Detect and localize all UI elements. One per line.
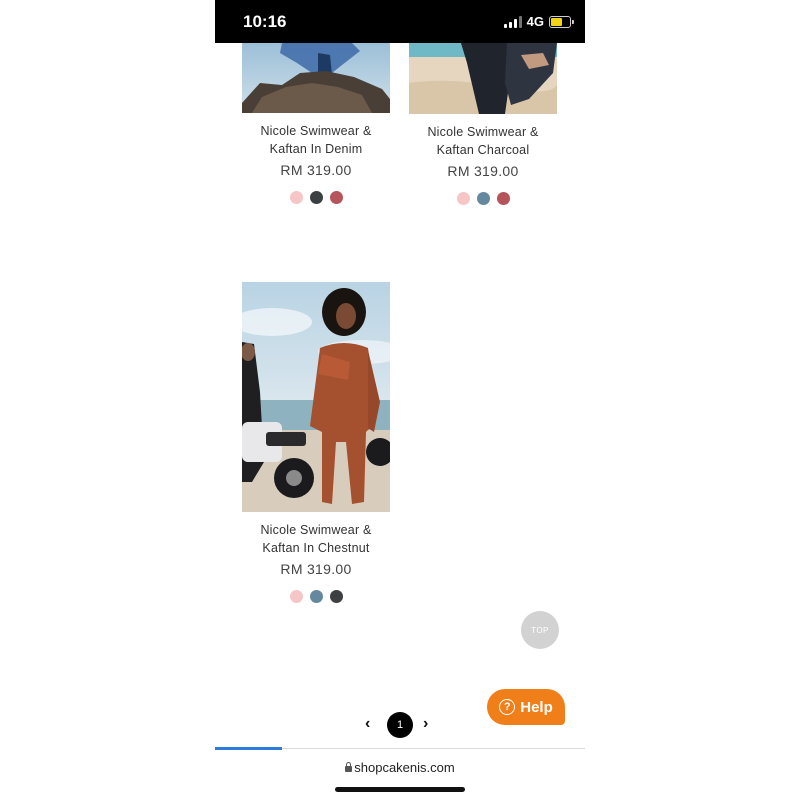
product-price: RM 319.00	[280, 561, 352, 577]
color-swatch[interactable]	[476, 192, 490, 205]
help-label: Help	[520, 698, 553, 716]
product-card-denim[interactable]: Nicole Swimwear & Kaftan In Denim RM 319…	[226, 43, 406, 204]
chevron-right-icon[interactable]: ›	[423, 715, 428, 733]
product-image[interactable]	[242, 43, 390, 113]
color-swatch[interactable]	[309, 191, 323, 204]
color-swatch[interactable]	[309, 590, 323, 603]
color-swatches	[226, 590, 406, 603]
url-text: shopcakenis.com	[354, 760, 455, 775]
product-card-charcoal[interactable]: Nicole Swimwear & Kaftan Charcoal RM 319…	[393, 43, 573, 205]
color-swatch[interactable]	[329, 590, 343, 603]
color-swatch[interactable]	[289, 191, 303, 204]
product-image[interactable]	[242, 282, 390, 512]
color-swatch[interactable]	[496, 192, 510, 205]
product-price: RM 319.00	[447, 163, 519, 179]
product-name[interactable]: Nicole Swimwear & Kaftan In Chestnut	[226, 521, 406, 557]
home-indicator[interactable]	[335, 787, 465, 792]
color-swatch[interactable]	[329, 191, 343, 204]
status-indicators: 4G	[503, 14, 574, 29]
product-image[interactable]	[409, 43, 557, 114]
lock-icon	[345, 762, 353, 772]
battery-icon	[549, 15, 574, 28]
product-price: RM 319.00	[280, 162, 352, 178]
question-icon: ?	[499, 699, 516, 715]
browser-url-bar[interactable]: shopcakenis.com	[215, 760, 585, 775]
chevron-left-icon[interactable]: ‹	[365, 715, 370, 733]
color-swatch[interactable]	[289, 590, 303, 603]
help-button[interactable]: ? Help	[487, 689, 565, 725]
phone-screen: 10:16 4G Nicole Swimwear & Kaftan In Den…	[215, 0, 585, 800]
color-swatches	[393, 192, 573, 205]
color-swatches	[226, 191, 406, 204]
product-name[interactable]: Nicole Swimwear & Kaftan In Denim	[226, 122, 406, 158]
product-card-chestnut[interactable]: Nicole Swimwear & Kaftan In Chestnut RM …	[226, 282, 406, 603]
color-swatch[interactable]	[456, 192, 470, 205]
signal-icon	[503, 15, 522, 28]
status-time: 10:16	[243, 12, 287, 31]
product-name[interactable]: Nicole Swimwear & Kaftan Charcoal	[393, 123, 573, 159]
scroll-to-top-button[interactable]: TOP	[521, 611, 559, 649]
network-type: 4G	[526, 14, 544, 29]
page-number-current[interactable]: 1	[387, 712, 413, 738]
pagination: ‹ 1 ›	[355, 712, 445, 738]
page-load-progress	[215, 747, 282, 750]
status-bar: 10:16 4G	[215, 0, 585, 43]
